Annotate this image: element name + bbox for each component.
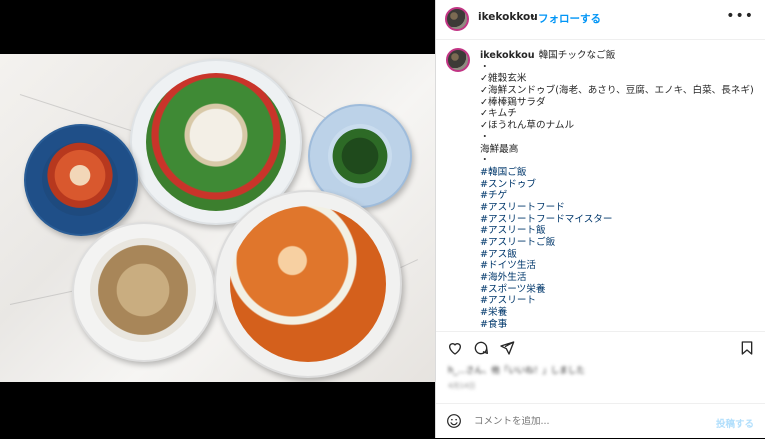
post-side-panel: ikekokkou • フォローする ••• ikekokkou 韓国チックなご飯… [435,0,765,438]
avatar[interactable] [445,7,469,31]
caption-line: ✓棒棒鶏サラダ [480,96,546,108]
hashtag-link[interactable]: #ドイツ生活 [480,260,756,272]
hashtag-link[interactable]: #アスリート飯 [480,225,756,237]
instagram-post-modal: ikekokkou • フォローする ••• ikekokkou 韓国チックなご飯… [0,0,765,438]
comment-input[interactable] [474,416,694,427]
share-icon[interactable] [499,340,515,356]
kimchi-bowl [24,124,138,236]
caption-title: 韓国チックなご飯 [538,50,616,61]
rice-bowl [72,222,216,362]
caption-line: ✓ほうれん草のナムル [480,120,575,132]
caption-line: ✓雑穀玄米 [480,73,527,85]
caption-line: ✓キムチ [480,108,517,120]
hashtag-link[interactable]: #スンドゥブ [480,179,756,191]
hashtag-link[interactable]: #食事 [480,319,756,330]
action-bar [436,331,765,362]
hashtag-link[interactable]: #海外生活 [480,272,756,284]
hashtag-link[interactable]: #アスリートご飯 [480,237,756,249]
comment-icon[interactable] [473,340,489,356]
comment-bar: 投稿する [436,403,765,439]
heart-icon[interactable] [447,340,463,356]
post-header: ikekokkou • フォローする ••• [436,0,765,40]
caption-username[interactable]: ikekokkou [480,50,535,61]
post-photo[interactable] [0,54,435,382]
hashtag-link[interactable]: #アスリート [480,295,756,307]
caption-text: ikekokkou 韓国チックなご飯 ・ ✓雑穀玄米 ✓海鮮スンドゥブ(海老、あさり、… [480,50,756,330]
hashtag-link[interactable]: #スポーツ栄養 [480,284,756,296]
post-comment-button[interactable]: 投稿する [716,416,754,430]
caption-line: ・ [480,61,490,73]
sundubu-bowl [214,190,402,378]
caption-avatar[interactable] [446,48,470,72]
caption-line: 海鮮最高 [480,143,519,155]
bookmark-icon[interactable] [739,340,755,356]
hashtag-link[interactable]: #アス飯 [480,249,756,261]
hashtag-link[interactable]: #チゲ [480,190,756,202]
caption-line: ・ [480,131,490,143]
photo-pane [0,0,435,438]
hashtag-link[interactable]: #韓国ご飯 [480,167,756,179]
more-horizontal-icon[interactable]: ••• [726,8,754,24]
hashtag-link[interactable]: #アスリートフードマイスター [480,214,756,226]
header-separator: • [529,10,536,23]
hashtag-link[interactable]: #栄養 [480,307,756,319]
follow-button[interactable]: フォローする [538,11,601,26]
hashtag-link[interactable]: #アスリートフード [480,202,756,214]
caption-area: ikekokkou 韓国チックなご飯 ・ ✓雑穀玄米 ✓海鮮スンドゥブ(海老、あさり、… [436,40,765,330]
caption-line: ・ [480,155,490,167]
likes-summary[interactable]: h_...さん、他「いいね！」しました [448,364,585,376]
caption-line: ✓海鮮スンドゥブ(海老、あさり、豆腐、エノキ、白菜、長ネギ) [480,85,754,97]
post-date: 4月14日 [448,382,476,390]
smile-icon[interactable] [446,413,462,429]
